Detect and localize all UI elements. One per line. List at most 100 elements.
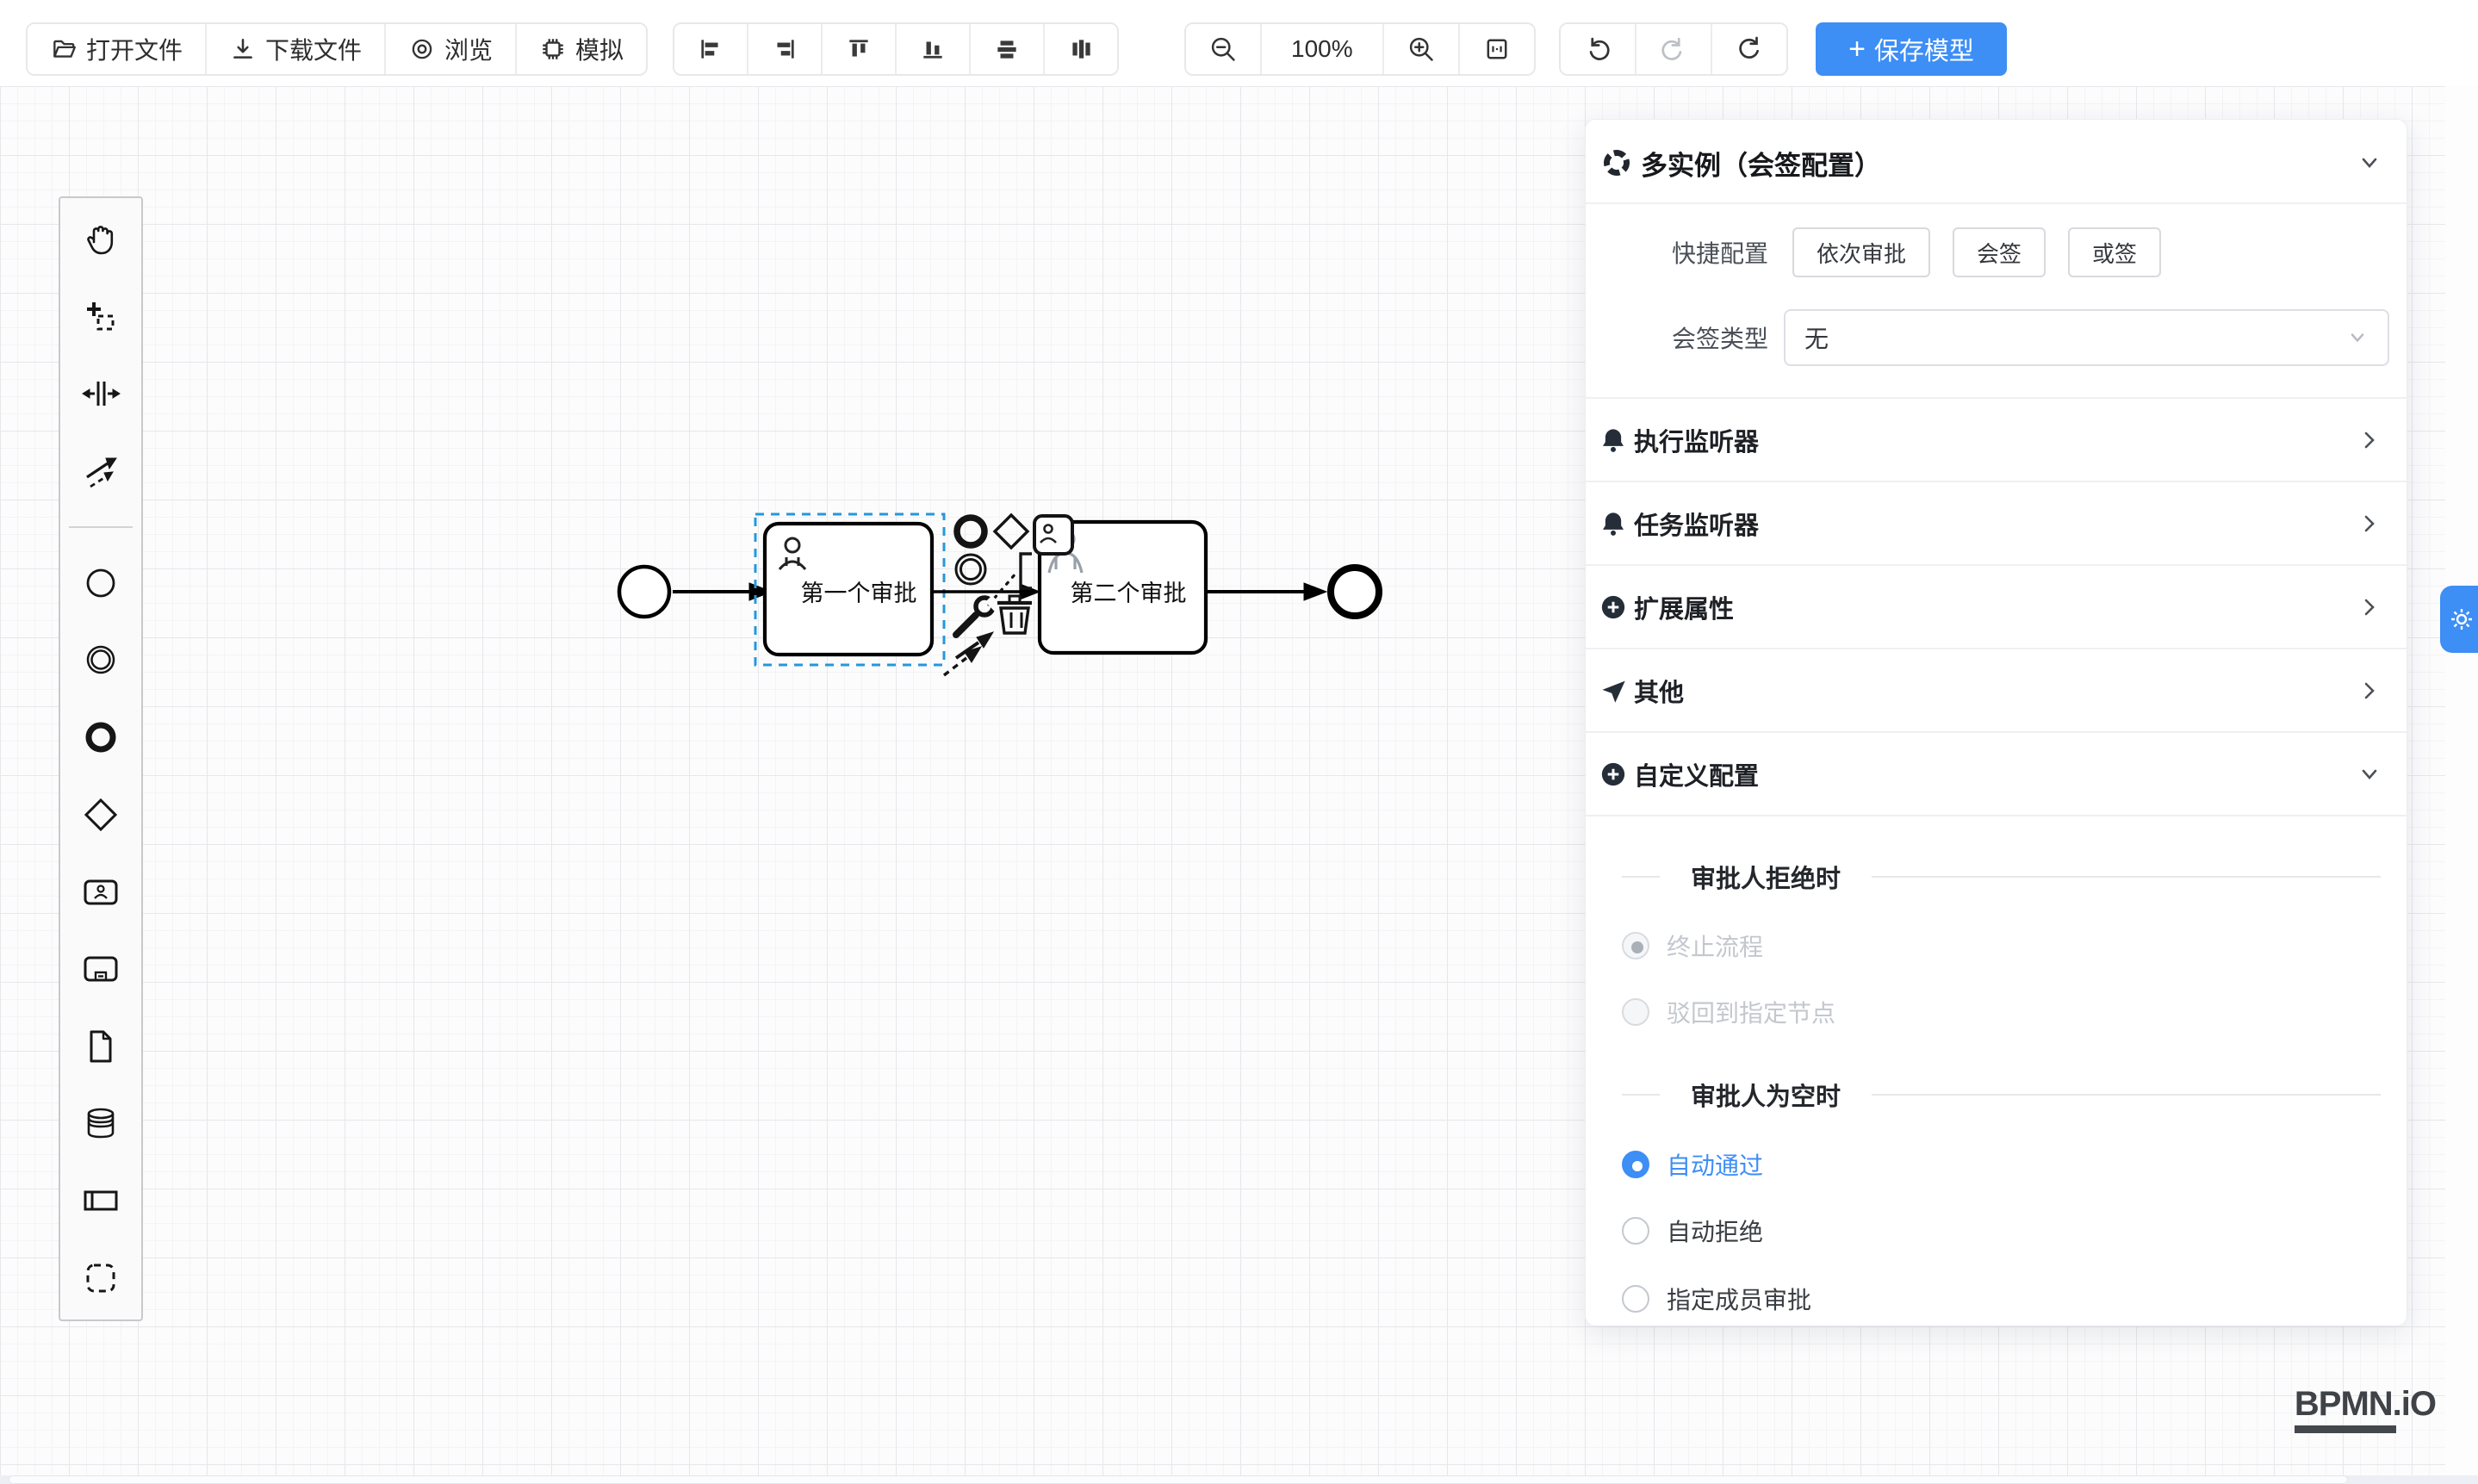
context-pad [944,515,1032,675]
undo-button[interactable] [1561,24,1635,74]
quick-option-orsign[interactable]: 或签 [2068,227,2161,277]
plus-circle-icon [1599,761,1627,788]
section-task-listener[interactable]: 任务监听器 [1586,481,2407,564]
align-tool-group [673,22,1119,76]
open-file-button[interactable]: 打开文件 [28,24,205,74]
open-file-label: 打开文件 [86,32,183,66]
append-gateway-icon[interactable] [995,515,1028,548]
bpmn-designer-app: 第一个审批 [0,0,2478,1484]
section-other[interactable]: 其他 [1586,648,2407,731]
quick-option-countersign[interactable]: 会签 [1953,227,2046,277]
plus-icon: + [1848,34,1866,64]
create-group-icon[interactable] [78,1256,123,1301]
zoom-in-icon [1407,34,1436,64]
refresh-icon [1735,34,1764,64]
radio-return-to-node[interactable]: 驳回到指定节点 [1586,986,2407,1038]
properties-panel: 多实例（会签配置） 快捷配置 依次审批 会签 或签 会签类型 无 执行监听器 [1585,119,2407,1326]
space-tool-icon[interactable] [78,371,123,416]
section-custom-config[interactable]: 自定义配置 [1586,731,2407,815]
chevron-right-icon [2357,427,2382,453]
sequence-flow-3[interactable] [1206,583,1326,600]
sign-type-select[interactable]: 无 [1784,309,2389,366]
redo-button[interactable] [1635,24,1711,74]
fit-viewport-button[interactable] [1458,24,1534,74]
sign-type-label: 会签类型 [1586,320,1768,355]
radio-auto-reject[interactable]: 自动拒绝 [1586,1205,2407,1257]
create-sub-process-icon[interactable] [78,947,123,991]
panel-header[interactable]: 多实例（会签配置） [1586,135,2407,190]
zoom-tool-group: 100% [1184,22,1536,76]
align-left-icon[interactable] [674,24,747,74]
radio-terminate-process[interactable]: 终止流程 [1586,920,2407,972]
create-intermediate-event-icon[interactable] [78,637,123,682]
folder-open-icon [50,35,78,63]
simulate-label: 模拟 [575,32,624,66]
eye-icon [408,35,436,63]
toolbar: 打开文件 下载文件 浏览 模拟 [0,0,2478,86]
save-model-button[interactable]: + 保存模型 [1816,22,2007,76]
divider [1586,815,2407,817]
section-extended-properties[interactable]: 扩展属性 [1586,564,2407,648]
append-end-event-icon[interactable] [957,518,984,545]
redo-icon [1659,34,1688,64]
multi-instance-icon [1601,147,1632,178]
chevron-down-icon [2357,761,2382,787]
chevron-right-icon [2357,678,2382,704]
download-file-button[interactable]: 下载文件 [205,24,384,74]
browse-button[interactable]: 浏览 [384,24,515,74]
lasso-tool-icon[interactable] [78,295,123,339]
quick-option-sequential[interactable]: 依次审批 [1792,227,1930,277]
change-type-wrench-icon[interactable] [956,595,1001,635]
create-start-event-icon[interactable] [78,561,123,605]
create-user-task-icon[interactable] [78,869,123,914]
append-intermediate-event-icon[interactable] [956,555,985,584]
hand-tool-icon[interactable] [78,217,123,262]
connect-icon[interactable] [944,632,993,675]
panel-title: 多实例（会签配置） [1641,144,1881,183]
zoom-out-button[interactable] [1186,24,1260,74]
align-middle-icon[interactable] [969,24,1043,74]
reset-button[interactable] [1711,24,1786,74]
radio-designated-member[interactable]: 指定成员审批 [1586,1273,2407,1325]
simulate-button[interactable]: 模拟 [515,24,646,74]
global-connect-tool-icon[interactable] [78,449,123,494]
gear-icon [2448,605,2475,633]
create-data-object-icon[interactable] [78,1024,123,1069]
append-text-annotation-icon[interactable] [1021,554,1032,588]
align-right-icon[interactable] [747,24,821,74]
create-gateway-icon[interactable] [78,792,123,837]
settings-tab[interactable] [2440,586,2478,653]
user-task-1-shape[interactable]: 第一个审批 [765,524,932,655]
end-event-shape[interactable] [1331,568,1379,616]
radio-icon [1622,1217,1649,1245]
radio-auto-pass[interactable]: 自动通过 [1586,1139,2407,1190]
section-execution-listener[interactable]: 执行监听器 [1586,397,2407,481]
delete-trash-icon[interactable] [997,596,1032,633]
horizontal-scroll-track[interactable] [0,1475,2478,1484]
chevron-down-icon [2357,150,2382,176]
bpmn-io-logo: BPMN.iO [2295,1385,2436,1433]
fit-viewport-icon [1482,34,1512,64]
start-event-shape[interactable] [619,567,669,617]
empty-group-title: 审批人为空时 [1691,1077,1841,1113]
create-end-event-icon[interactable] [78,715,123,760]
chevron-down-icon [2346,326,2369,349]
align-top-icon[interactable] [821,24,895,74]
bell-icon [1599,510,1627,537]
align-bottom-icon[interactable] [895,24,969,74]
zoom-level: 100% [1260,24,1384,74]
create-data-store-icon[interactable] [78,1101,123,1146]
create-participant-icon[interactable] [78,1178,123,1223]
append-user-task-icon[interactable] [1034,516,1072,554]
quick-config-label: 快捷配置 [1586,235,1768,270]
sequence-flow-1[interactable] [673,583,772,600]
download-icon [229,35,257,63]
radio-icon [1622,998,1649,1026]
save-model-label: 保存模型 [1874,31,1974,67]
sign-type-row: 会签类型 无 [1586,307,2407,368]
chevron-right-icon [2357,594,2382,620]
horizontal-scroll-thumb[interactable] [9,1475,2348,1484]
zoom-in-button[interactable] [1384,24,1458,74]
align-center-icon[interactable] [1043,24,1117,74]
download-file-label: 下载文件 [265,32,362,66]
